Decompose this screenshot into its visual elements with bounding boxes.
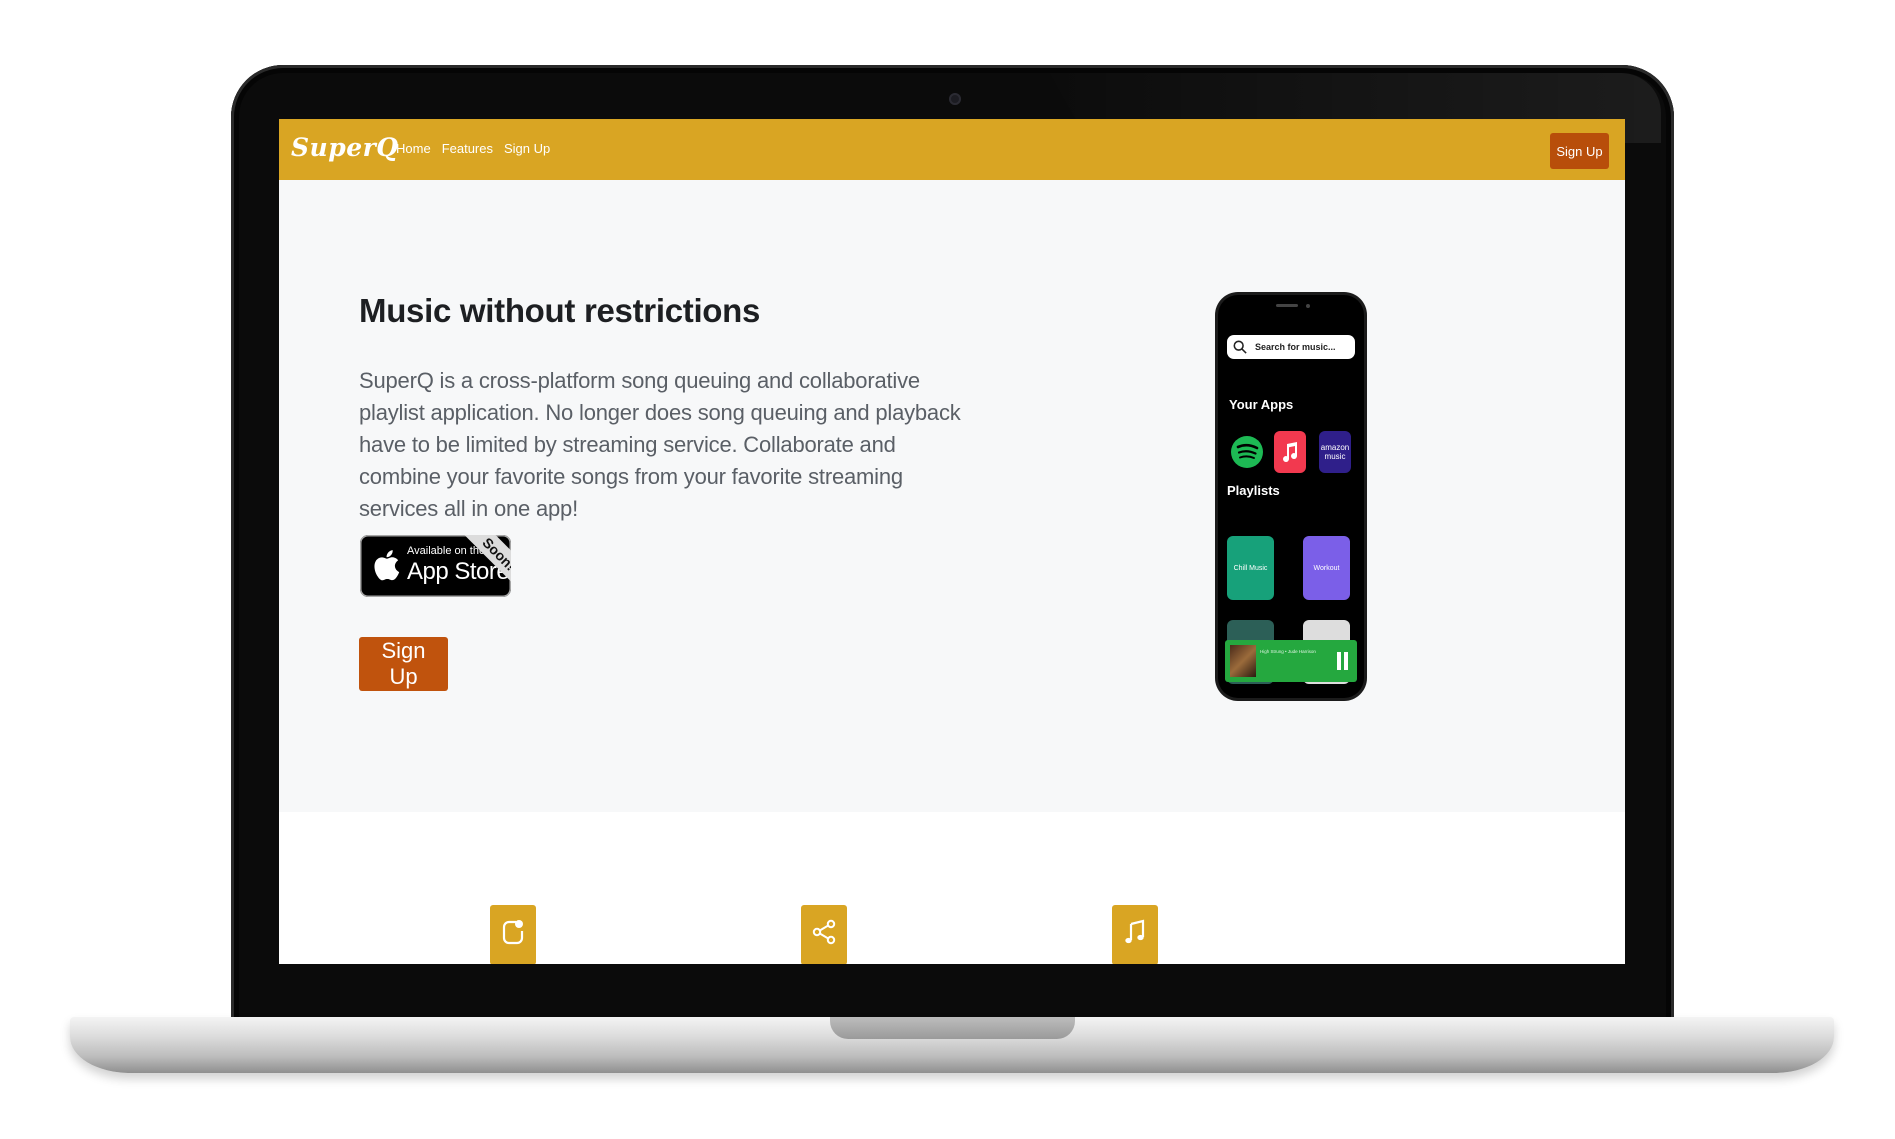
music-note-icon bbox=[1283, 442, 1298, 463]
navbar: SuperQ Home Features Sign Up Sign Up bbox=[279, 119, 1625, 180]
phone-camera bbox=[1306, 304, 1310, 308]
music-note-icon bbox=[1125, 919, 1145, 944]
phone-mockup: Search for music... Your Apps amazon mus… bbox=[1218, 295, 1364, 698]
phone-speaker bbox=[1276, 304, 1298, 307]
feature-music-note-icon bbox=[1112, 905, 1158, 964]
phone-search-bar: Search for music... bbox=[1227, 335, 1355, 359]
amazon-music-label-bottom: music bbox=[1324, 452, 1346, 461]
screen: SuperQ Home Features Sign Up Sign Up Mus… bbox=[279, 119, 1625, 964]
playlists-heading: Playlists bbox=[1227, 483, 1280, 498]
apple-music-icon bbox=[1274, 431, 1306, 473]
share-icon bbox=[812, 919, 836, 945]
laptop-base-notch bbox=[830, 1017, 1075, 1039]
amazon-music-icon: amazon music bbox=[1319, 431, 1351, 473]
hero-title: Music without restrictions bbox=[359, 292, 761, 329]
album-art bbox=[1230, 645, 1256, 677]
search-icon bbox=[1233, 340, 1247, 354]
playlist-tile-label: Workout bbox=[1313, 564, 1340, 572]
feature-shape-icon bbox=[490, 905, 536, 964]
phone-search-placeholder: Search for music... bbox=[1255, 342, 1336, 352]
app-store-badge[interactable]: Available on the App Store Soon! bbox=[360, 535, 511, 597]
hero-description: SuperQ is a cross-platform song queuing … bbox=[359, 368, 961, 521]
features-section bbox=[279, 812, 1625, 964]
spotify-icon bbox=[1231, 436, 1263, 468]
apple-logo-icon bbox=[374, 550, 400, 581]
nav-signup-button[interactable]: Sign Up bbox=[1550, 133, 1609, 169]
webcam-icon bbox=[949, 93, 961, 105]
shape-icon bbox=[502, 920, 524, 945]
amazon-music-label-top: amazon bbox=[1320, 443, 1350, 452]
playlist-tile-label: Chill Music bbox=[1233, 564, 1268, 572]
playlist-tile-workout: Workout bbox=[1303, 536, 1350, 600]
hero-section: Music without restrictions SuperQ is a c… bbox=[279, 180, 1625, 812]
now-playing-title: High Strung • Jude Harrison bbox=[1260, 649, 1316, 654]
app-store-caption: Available on the bbox=[407, 545, 486, 557]
nav-link-features[interactable]: Features bbox=[442, 141, 493, 156]
now-playing-bar: High Strung • Jude Harrison bbox=[1225, 640, 1357, 682]
pause-icon bbox=[1337, 652, 1349, 670]
nav-links: Home Features Sign Up bbox=[396, 141, 550, 156]
brand-logo[interactable]: SuperQ bbox=[291, 133, 399, 162]
your-apps-heading: Your Apps bbox=[1229, 397, 1294, 412]
feature-share-icon bbox=[801, 905, 847, 964]
nav-link-home[interactable]: Home bbox=[396, 141, 431, 156]
hero-signup-button[interactable]: Sign Up bbox=[359, 637, 448, 691]
playlist-tile-chill-music: Chill Music bbox=[1227, 536, 1274, 600]
nav-link-signup[interactable]: Sign Up bbox=[504, 141, 550, 156]
